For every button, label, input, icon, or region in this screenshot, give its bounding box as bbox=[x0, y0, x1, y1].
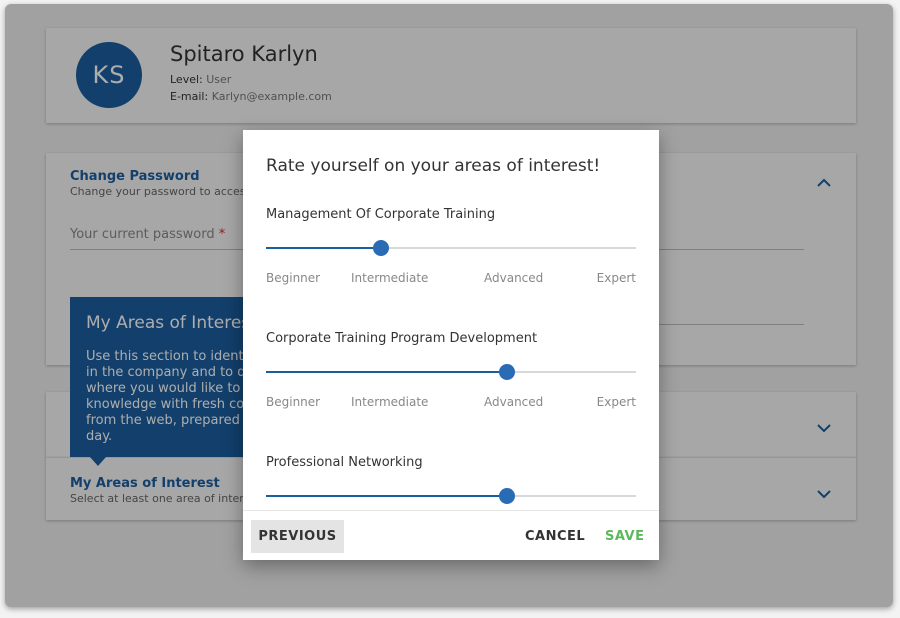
skill-slider-fill bbox=[266, 495, 507, 497]
cancel-button[interactable]: CANCEL bbox=[525, 529, 585, 544]
level-intermediate: Intermediate bbox=[351, 271, 429, 285]
rating-dialog: Rate yourself on your areas of interest!… bbox=[243, 130, 659, 560]
skill-slider-thumb[interactable] bbox=[372, 240, 389, 256]
level-expert: Expert bbox=[596, 271, 636, 285]
skill-rating: Management Of Corporate Training Beginne… bbox=[266, 207, 636, 317]
previous-button[interactable]: PREVIOUS bbox=[251, 520, 344, 553]
level-advanced: Advanced bbox=[484, 395, 544, 409]
skill-slider-track[interactable] bbox=[266, 488, 636, 504]
skill-slider-track[interactable] bbox=[266, 240, 636, 256]
skill-slider-fill bbox=[266, 371, 507, 373]
skill-slider-thumb[interactable] bbox=[498, 364, 515, 380]
level-intermediate: Intermediate bbox=[351, 395, 429, 409]
skill-rating: Corporate Training Program Development B… bbox=[266, 331, 636, 441]
dialog-footer: PREVIOUS CANCEL SAVE bbox=[243, 510, 659, 560]
save-button[interactable]: SAVE bbox=[605, 529, 644, 544]
skill-slider-thumb[interactable] bbox=[498, 488, 515, 504]
skill-slider-track[interactable] bbox=[266, 364, 636, 380]
page-background: KS Spitaro Karlyn Level: User E-mail: Ka… bbox=[0, 0, 900, 618]
skill-slider-fill bbox=[266, 247, 381, 249]
skill-name: Professional Networking bbox=[266, 455, 423, 470]
level-beginner: Beginner bbox=[266, 271, 321, 285]
level-expert: Expert bbox=[596, 395, 636, 409]
skill-name: Corporate Training Program Development bbox=[266, 331, 538, 346]
level-beginner: Beginner bbox=[266, 395, 321, 409]
dialog-title: Rate yourself on your areas of interest! bbox=[266, 156, 601, 176]
level-advanced: Advanced bbox=[484, 271, 544, 285]
skill-name: Management Of Corporate Training bbox=[266, 207, 496, 222]
